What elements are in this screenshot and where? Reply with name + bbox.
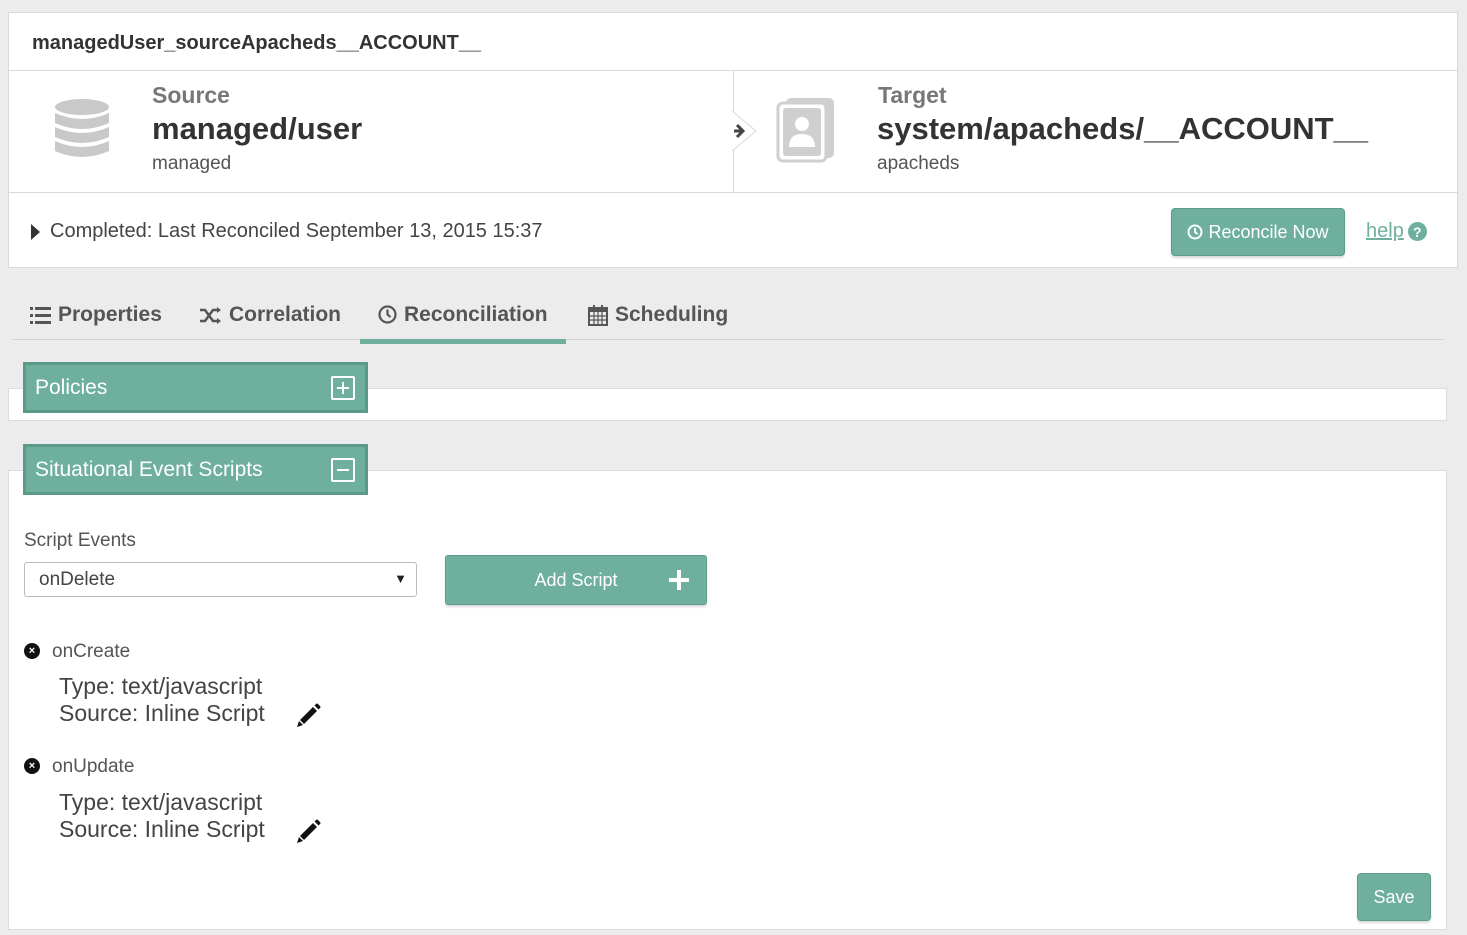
tab-correlation[interactable]: Correlation xyxy=(182,290,359,340)
policies-header[interactable]: Policies xyxy=(23,362,368,413)
pencil-icon[interactable] xyxy=(296,818,322,844)
tab-properties[interactable]: Properties xyxy=(12,290,180,340)
tab-label: Reconciliation xyxy=(404,302,548,326)
target-type: apacheds xyxy=(877,153,960,174)
help-label: help xyxy=(1366,220,1404,242)
tab-label: Correlation xyxy=(229,303,342,326)
script-events-select[interactable]: onDelete ▼ xyxy=(24,562,417,597)
script-source: Source: Inline Script xyxy=(59,700,265,726)
calendar-icon xyxy=(588,304,608,326)
policies-title: Policies xyxy=(35,375,108,399)
database-icon xyxy=(55,99,109,157)
script-source: Source: Inline Script xyxy=(59,816,265,842)
script-type: Type: text/javascript xyxy=(59,789,263,815)
plus-icon xyxy=(669,570,689,590)
clock-icon xyxy=(1187,224,1203,240)
add-script-label: Add Script xyxy=(534,569,618,590)
reconcile-now-button[interactable]: Reconcile Now xyxy=(1171,208,1345,256)
help-link[interactable]: help ? xyxy=(1366,220,1427,243)
selected-event: onDelete xyxy=(39,568,116,590)
reconcile-status-text: Completed: Last Reconciled September 13,… xyxy=(50,220,543,242)
mapping-header-card: managedUser_sourceApacheds__ACCOUNT__ So… xyxy=(8,12,1458,268)
question-circle-icon: ? xyxy=(1407,222,1427,241)
target-name: system/apacheds/__ACCOUNT__ xyxy=(877,111,1369,146)
clock-icon xyxy=(378,305,397,324)
script-event-name: onCreate xyxy=(52,641,131,662)
list-icon xyxy=(30,306,51,324)
remove-circle-icon[interactable]: × xyxy=(24,643,40,659)
dropdown-arrow-icon: ▼ xyxy=(394,571,407,586)
tab-label: Properties xyxy=(58,303,162,326)
remove-circle-icon[interactable]: × xyxy=(24,758,40,774)
tab-scheduling[interactable]: Scheduling xyxy=(570,290,746,340)
mapping-title: managedUser_sourceApacheds__ACCOUNT__ xyxy=(32,32,482,54)
source-panel: Source managed/user managed xyxy=(9,71,733,192)
target-label: Target xyxy=(878,82,947,108)
save-label: Save xyxy=(1373,886,1415,907)
situational-scripts-title: Situational Event Scripts xyxy=(35,457,263,481)
pencil-icon[interactable] xyxy=(296,702,322,728)
tab-reconciliation[interactable]: Reconciliation xyxy=(360,290,566,344)
shuffle-icon xyxy=(200,306,221,324)
reconcile-status-toggle[interactable]: Completed: Last Reconciled September 13,… xyxy=(31,220,543,243)
tab-label: Scheduling xyxy=(615,303,729,326)
arrow-right-icon xyxy=(732,111,757,151)
mapping-tabs: Properties Correlation Reconciliation Sc… xyxy=(12,290,1443,344)
source-name: managed/user xyxy=(152,111,363,146)
save-button[interactable]: Save xyxy=(1357,873,1431,921)
caret-right-icon xyxy=(31,223,40,240)
source-type: managed xyxy=(152,153,232,174)
situational-scripts-header[interactable]: Situational Event Scripts xyxy=(23,444,368,495)
script-event-name: onUpdate xyxy=(52,756,135,777)
script-events-label: Script Events xyxy=(24,530,136,551)
target-panel: Target system/apacheds/__ACCOUNT__ apach… xyxy=(732,71,1459,192)
collapse-icon xyxy=(331,458,355,482)
reconcile-now-label: Reconcile Now xyxy=(1208,221,1329,242)
expand-icon xyxy=(331,376,355,400)
source-label: Source xyxy=(152,82,230,108)
divider xyxy=(9,192,1457,193)
contact-card-icon xyxy=(776,98,834,163)
script-type: Type: text/javascript xyxy=(59,673,263,699)
add-script-button[interactable]: Add Script xyxy=(445,555,707,605)
